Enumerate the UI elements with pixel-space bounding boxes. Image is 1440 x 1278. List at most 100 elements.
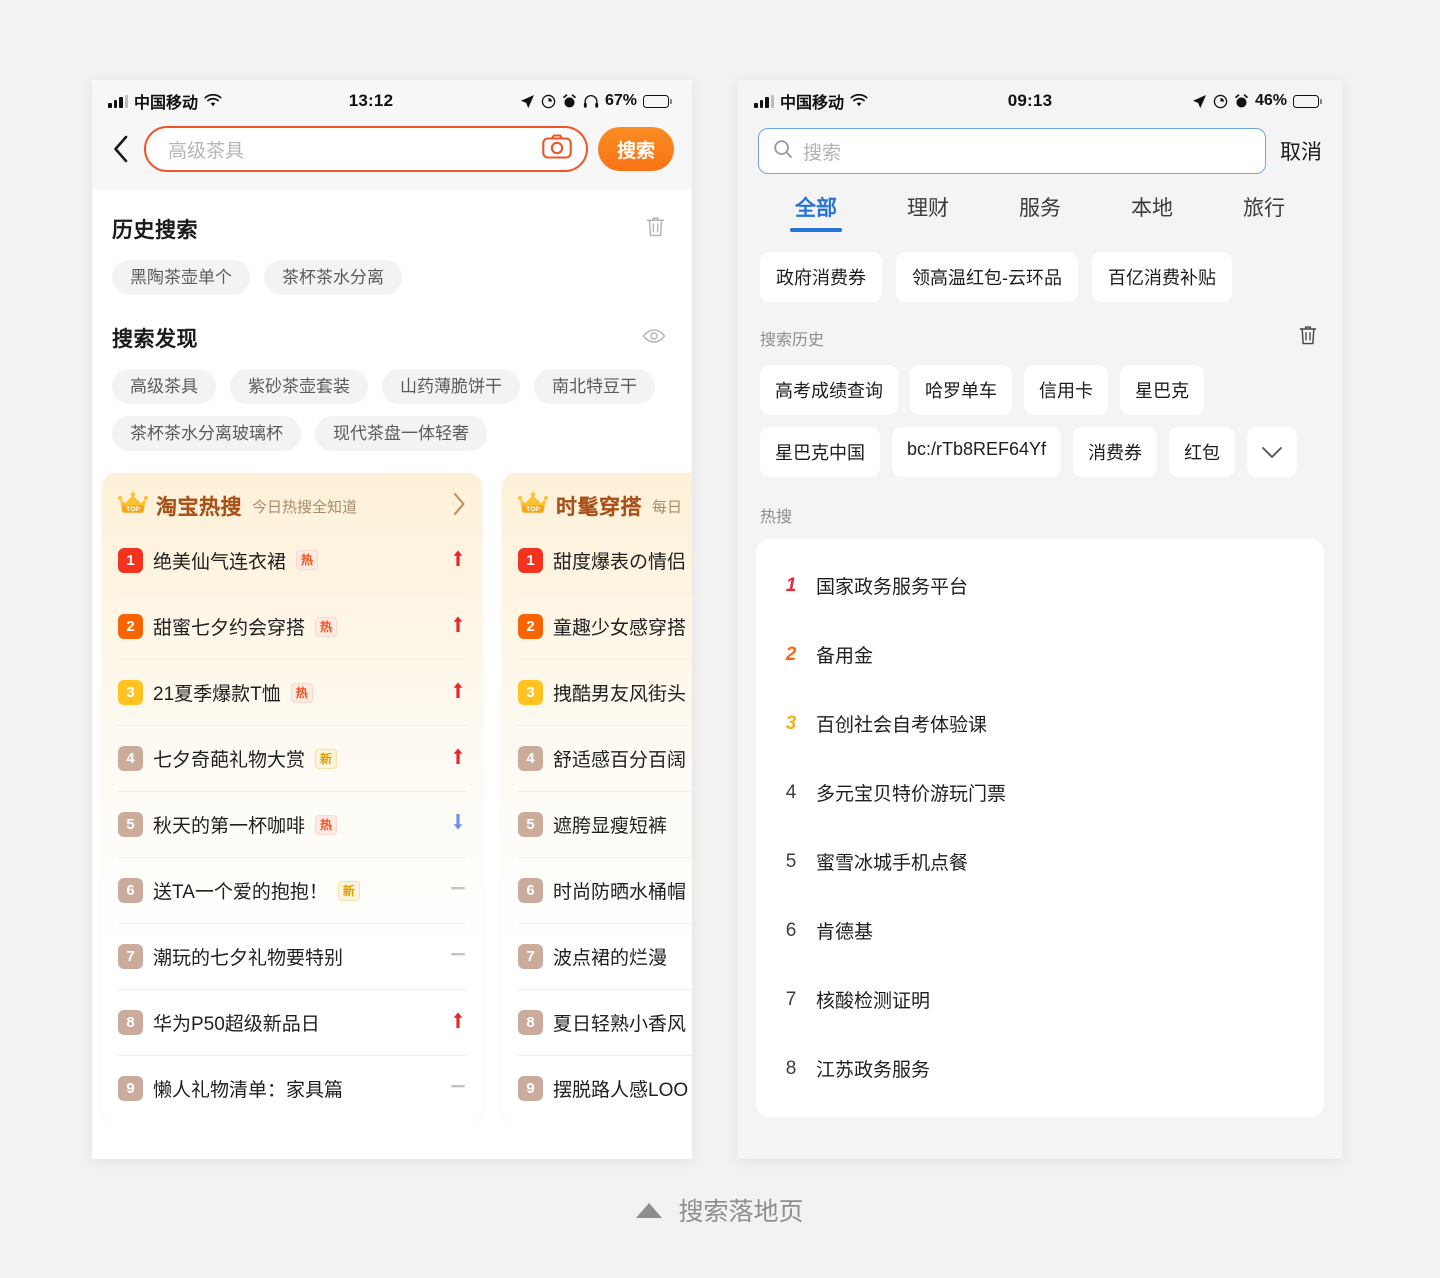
promo-chip[interactable]: 领高温红包-云环品: [896, 252, 1078, 302]
hot-search-row[interactable]: 5 遮胯显瘦短裤: [518, 791, 692, 857]
hot-search-row[interactable]: 6 送TA一个爱的抱抱！ 新: [118, 857, 466, 923]
discover-chip[interactable]: 紫砂茶壶套装: [230, 369, 368, 404]
hot-search-row[interactable]: 7 潮玩的七夕礼物要特别: [118, 923, 466, 989]
trash-icon[interactable]: [1298, 324, 1318, 351]
tab-旅行[interactable]: 旅行: [1208, 192, 1320, 232]
discover-chip[interactable]: 茶杯茶水分离玻璃杯: [112, 416, 301, 451]
rank-badge: 4: [118, 746, 143, 771]
status-right-group: 67%: [520, 92, 672, 110]
discover-title: 搜索发现: [112, 328, 198, 351]
history-section-header: 历史搜索: [92, 190, 692, 244]
history-chip[interactable]: 茶杯茶水分离: [264, 260, 402, 295]
hot-search-card-carousel[interactable]: TOP 淘宝热搜 今日热搜全知道 1 绝美仙气连衣裙热 2 甜蜜七夕约会穿搭热 3 21夏季爆款…: [92, 451, 692, 1121]
discover-chip[interactable]: 山药薄脆饼干: [382, 369, 520, 404]
history-chip[interactable]: 星巴克中国: [760, 427, 880, 477]
hot-search-row[interactable]: 6 肯德基: [756, 896, 1324, 965]
hot-search-card[interactable]: TOP 时髦穿搭 每日 1 甜度爆表の情侣 2 童趣少女感穿搭 3 拽酷男友风街头 4 舒适感百分百…: [502, 473, 692, 1121]
left-search-row: 高级茶具 搜索: [92, 122, 692, 190]
search-icon: [773, 139, 793, 164]
hot-search-text: 舒适感百分百阔: [553, 750, 687, 771]
search-submit-button[interactable]: 搜索: [598, 127, 674, 171]
tab-本地[interactable]: 本地: [1096, 192, 1208, 232]
hot-search-row[interactable]: 3 拽酷男友风街头: [518, 659, 692, 725]
history-chip[interactable]: bc:/rTb8REF64Yf: [892, 427, 1062, 477]
chevron-right-icon[interactable]: [452, 492, 466, 521]
hot-search-row[interactable]: 3 百创社会自考体验课: [756, 689, 1324, 758]
rank-badge: 1: [518, 547, 543, 573]
trend-flat-icon: [450, 879, 466, 902]
rank-badge: 8: [518, 1010, 543, 1035]
hot-search-row[interactable]: 1 绝美仙气连衣裙热: [118, 527, 466, 593]
hot-search-text: 江苏政务服务: [816, 1060, 931, 1081]
trend-down-icon: [450, 813, 466, 836]
tab-理财[interactable]: 理财: [872, 192, 984, 232]
hot-search-row[interactable]: 3 21夏季爆款T恤热: [118, 659, 466, 725]
hot-search-row[interactable]: 4 七夕奇葩礼物大赏新: [118, 725, 466, 791]
camera-icon[interactable]: [542, 134, 572, 164]
search-history-header: 搜索历史: [738, 302, 1342, 351]
trend-flat-icon: [450, 945, 466, 968]
signal-bars-icon: [754, 94, 774, 108]
hot-search-text: 蜜雪冰城手机点餐: [816, 853, 969, 874]
rank-number: 3: [785, 712, 797, 734]
carrier-label: 中国移动: [780, 95, 845, 112]
status-clock: 13:12: [348, 91, 394, 110]
tab-服务[interactable]: 服务: [984, 192, 1096, 232]
rank-number: 7: [785, 988, 797, 1010]
hot-search-row[interactable]: 5 蜜雪冰城手机点餐: [756, 827, 1324, 896]
chevron-down-icon[interactable]: [1247, 427, 1298, 477]
hot-search-row[interactable]: 5 秋天的第一杯咖啡热: [118, 791, 466, 857]
trash-icon[interactable]: [645, 215, 666, 243]
hot-search-row[interactable]: 4 多元宝贝特价游玩门票: [756, 758, 1324, 827]
chevron-left-icon[interactable]: [108, 134, 134, 164]
hot-search-row[interactable]: 8 江苏政务服务: [756, 1034, 1324, 1103]
discover-section-header: 搜索发现: [92, 295, 692, 353]
battery-icon: [1293, 94, 1322, 108]
cancel-button[interactable]: 取消: [1280, 136, 1322, 166]
search-input[interactable]: 高级茶具: [144, 126, 588, 172]
hot-search-row[interactable]: 9 懒人礼物清单：家具篇: [118, 1055, 466, 1121]
hot-search-row[interactable]: 2 甜蜜七夕约会穿搭热: [118, 593, 466, 659]
hot-card-subtitle: 今日热搜全知道: [252, 498, 358, 516]
hot-search-row[interactable]: 1 国家政务服务平台: [756, 551, 1324, 620]
status-right-group: 46%: [1192, 92, 1322, 110]
hot-search-row[interactable]: 1 甜度爆表の情侣: [518, 527, 692, 593]
hot-search-card[interactable]: TOP 淘宝热搜 今日热搜全知道 1 绝美仙气连衣裙热 2 甜蜜七夕约会穿搭热 3 21夏季爆款…: [102, 473, 482, 1121]
discover-chip[interactable]: 南北特豆干: [534, 369, 655, 404]
history-chip[interactable]: 高考成绩查询: [760, 365, 898, 415]
status-clock: 09:13: [1007, 91, 1053, 110]
history-chip[interactable]: 哈罗单车: [910, 365, 1012, 415]
hot-search-row[interactable]: 7 核酸检测证明: [756, 965, 1324, 1034]
discover-chip[interactable]: 高级茶具: [112, 369, 216, 404]
hot-search-row[interactable]: 4 舒适感百分百阔: [518, 725, 692, 791]
hot-search-row[interactable]: 8 夏日轻熟小香风: [518, 989, 692, 1055]
svg-text:TOP: TOP: [526, 506, 540, 513]
hot-search-label: 热搜: [760, 509, 793, 526]
search-input-placeholder: 高级茶具: [168, 140, 245, 162]
history-chip[interactable]: 消费券: [1073, 427, 1158, 477]
rank-badge: 3: [118, 680, 143, 705]
search-input[interactable]: 搜索: [758, 128, 1266, 174]
tab-全部[interactable]: 全部: [760, 192, 872, 232]
hot-card-rows: 1 甜度爆表の情侣 2 童趣少女感穿搭 3 拽酷男友风街头 4 舒适感百分百阔 5 遮胯显瘦短裤 6…: [502, 527, 692, 1121]
discover-chip[interactable]: 现代茶盘一体轻奢: [315, 416, 487, 451]
promo-chip[interactable]: 百亿消费补贴: [1092, 252, 1232, 302]
discover-chips: 高级茶具 紫砂茶壶套装 山药薄脆饼干 南北特豆干 茶杯茶水分离玻璃杯 现代茶盘一…: [92, 353, 692, 451]
wifi-icon: [850, 94, 868, 107]
history-chip[interactable]: 红包: [1169, 427, 1236, 477]
hot-search-row[interactable]: 9 摆脱路人感LOO: [518, 1055, 692, 1121]
hot-search-row[interactable]: 2 备用金: [756, 620, 1324, 689]
hot-card-header: TOP 淘宝热搜 今日热搜全知道: [102, 473, 482, 527]
promo-chip[interactable]: 政府消费券: [760, 252, 882, 302]
hot-search-row[interactable]: 6 时尚防晒水桶帽: [518, 857, 692, 923]
hot-search-row[interactable]: 8 华为P50超级新品日: [118, 989, 466, 1055]
history-chip[interactable]: 信用卡: [1024, 365, 1108, 415]
history-chip[interactable]: 星巴克: [1120, 365, 1204, 415]
hot-search-row[interactable]: 2 童趣少女感穿搭: [518, 593, 692, 659]
do-not-disturb-icon: [541, 94, 556, 108]
eye-icon[interactable]: [642, 328, 666, 349]
hot-search-row[interactable]: 7 波点裙的烂漫: [518, 923, 692, 989]
crown-top-icon: TOP: [518, 491, 548, 521]
history-chip[interactable]: 黑陶茶壶单个: [112, 260, 250, 295]
history-title: 历史搜索: [112, 219, 198, 242]
